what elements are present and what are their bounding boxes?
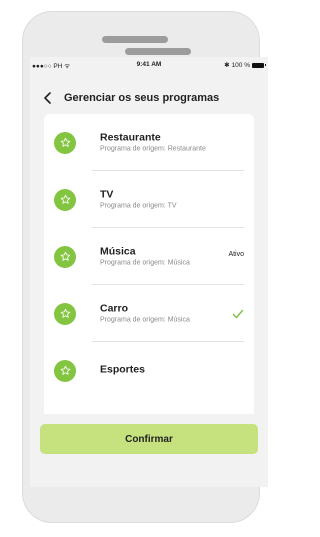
battery-icon xyxy=(252,62,266,68)
program-row-esportes[interactable]: Esportes xyxy=(44,342,254,399)
program-row-musica[interactable]: Música Programa de origem: Música Ativo xyxy=(44,228,254,285)
star-icon xyxy=(54,302,76,325)
program-row-carro[interactable]: Carro Programa de origem: Música xyxy=(44,285,254,342)
program-row-tv[interactable]: TV Programa de origem: TV xyxy=(44,171,254,228)
star-icon xyxy=(54,359,76,382)
back-button[interactable] xyxy=(36,86,60,110)
chevron-left-icon xyxy=(44,92,51,104)
star-icon xyxy=(54,131,76,154)
program-list: Restaurante Programa de origem: Restaura… xyxy=(44,114,254,414)
phone-speaker xyxy=(125,48,191,55)
program-origin: Programa de origem: Música xyxy=(100,315,190,323)
active-status-label: Ativo xyxy=(228,250,244,258)
star-icon xyxy=(54,245,76,268)
speaker-grille xyxy=(102,36,168,43)
program-name: TV xyxy=(100,187,114,200)
program-name: Carro xyxy=(100,301,129,314)
program-name: Restaurante xyxy=(100,130,161,143)
program-name: Esportes xyxy=(100,362,145,375)
program-origin: Programa de origem: TV xyxy=(100,201,177,209)
status-bar: ●●●○○ PH ᯤ 9:41 AM ✱ 100 % xyxy=(30,57,268,75)
program-row-restaurante[interactable]: Restaurante Programa de origem: Restaura… xyxy=(44,114,254,171)
page-header: Gerenciar os seus programas xyxy=(30,83,268,113)
checkmark-icon xyxy=(232,309,244,318)
page-title: Gerenciar os seus programas xyxy=(64,92,220,104)
program-name: Música xyxy=(100,244,136,257)
bottom-action-area: Confirmar xyxy=(30,414,268,487)
star-icon xyxy=(54,188,76,211)
battery-indicator: ✱ 100 % xyxy=(224,61,266,69)
bluetooth-icon: ✱ xyxy=(224,62,230,69)
program-origin: Programa de origem: Música xyxy=(100,258,190,266)
confirm-button[interactable]: Confirmar xyxy=(40,424,258,454)
app-screen: ●●●○○ PH ᯤ 9:41 AM ✱ 100 % Gerenciar os … xyxy=(30,57,268,487)
program-origin: Programa de origem: Restaurante xyxy=(100,144,206,152)
battery-percent: 100 % xyxy=(231,61,250,69)
